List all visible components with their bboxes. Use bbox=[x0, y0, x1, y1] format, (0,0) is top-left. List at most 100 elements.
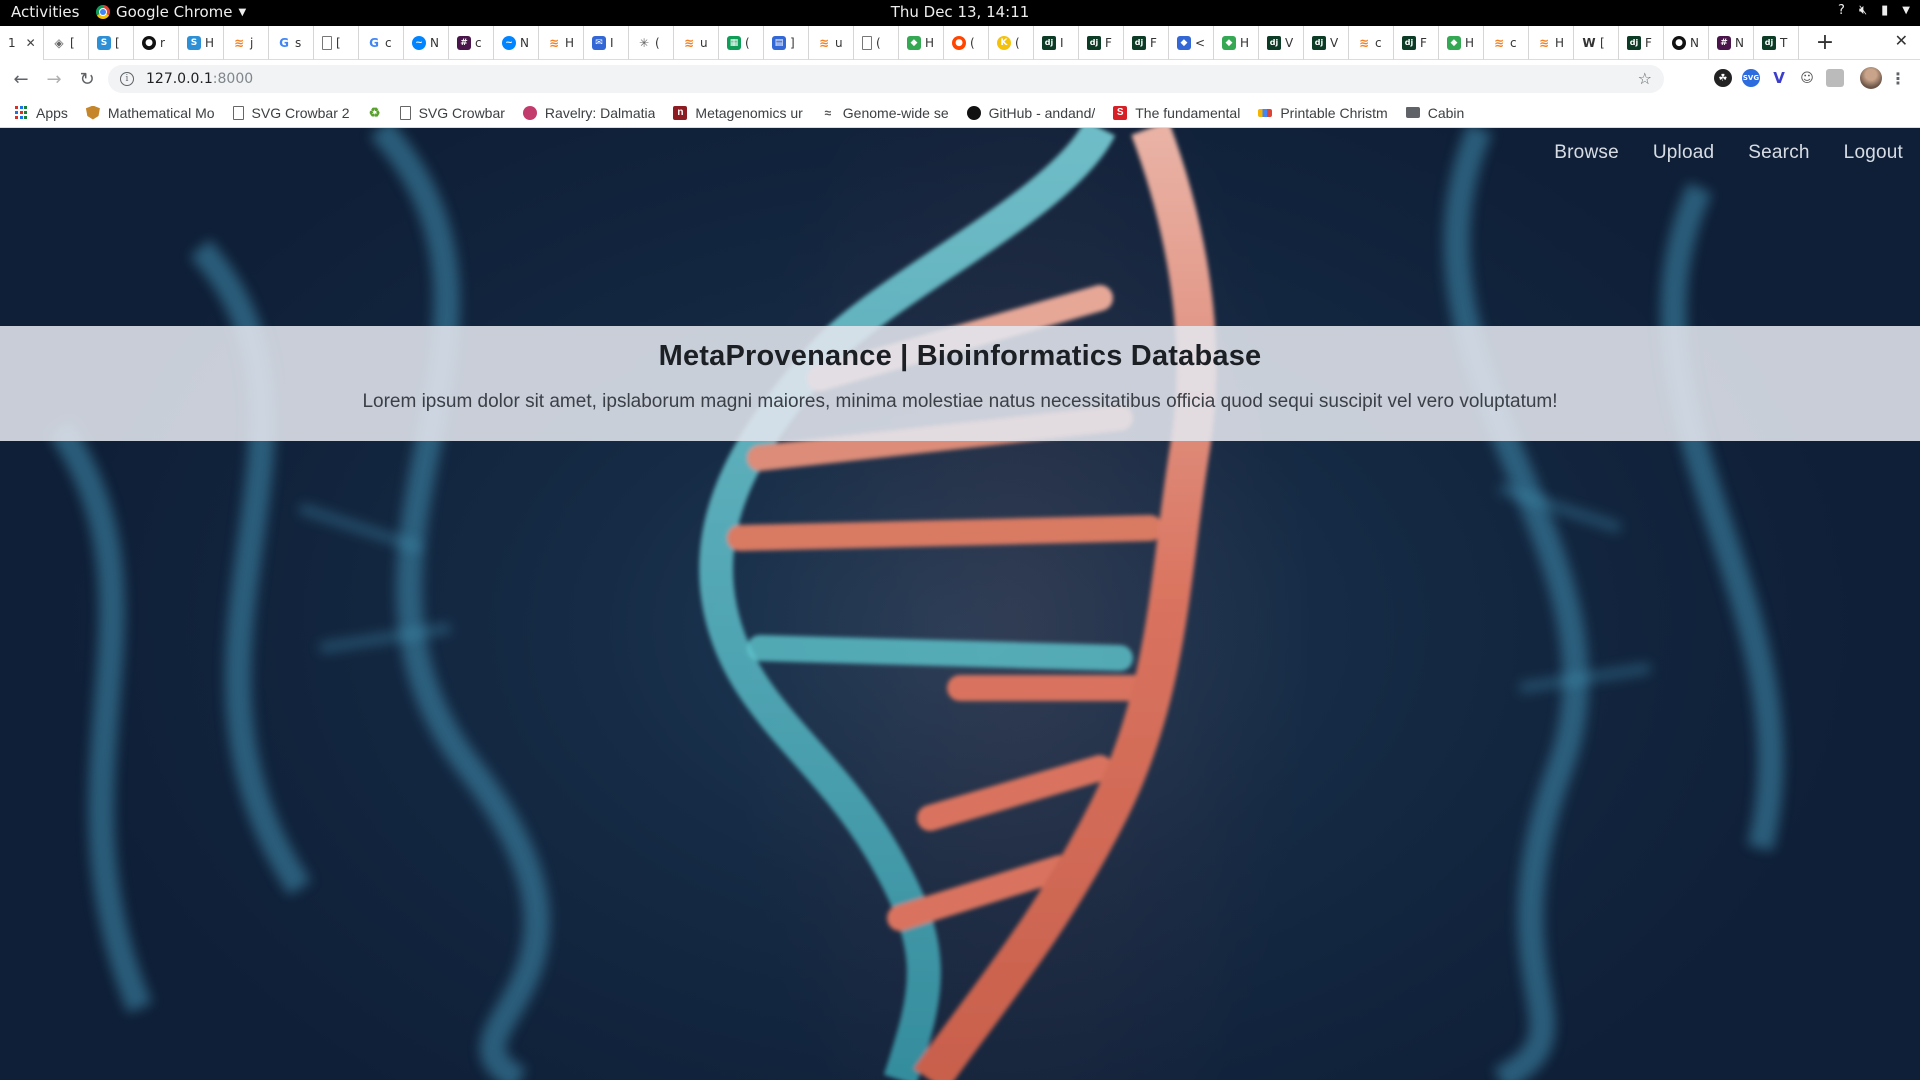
tab[interactable]: dj V bbox=[1304, 25, 1349, 60]
bookmark-item[interactable]: SVG Crowbar bbox=[399, 104, 505, 121]
volume-muted-icon[interactable]: 🔇︎ bbox=[1859, 3, 1867, 18]
tab[interactable]: ◆ < bbox=[1169, 25, 1214, 60]
green-app-icon: ◆ bbox=[907, 35, 921, 50]
tab[interactable]: ( bbox=[854, 25, 899, 60]
extension-1-icon[interactable]: ☘ bbox=[1714, 69, 1732, 87]
tab[interactable]: dj F bbox=[1619, 25, 1664, 60]
reload-button[interactable]: ↻ bbox=[75, 67, 99, 91]
tab[interactable]: dj F bbox=[1124, 25, 1169, 60]
tab[interactable]: dj T bbox=[1754, 25, 1799, 60]
tab[interactable]: ~ N bbox=[494, 25, 539, 60]
app-menu[interactable]: Google Chrome ▼ bbox=[96, 3, 246, 21]
tab[interactable]: Gs bbox=[269, 25, 314, 60]
tab[interactable]: ~ N bbox=[404, 25, 449, 60]
tab[interactable]: ● N bbox=[1664, 25, 1709, 60]
mail-icon: ✉ bbox=[592, 35, 606, 50]
app-menu-label: Google Chrome bbox=[116, 3, 233, 21]
tab[interactable]: dj V bbox=[1259, 25, 1304, 60]
tab-title: H bbox=[565, 35, 575, 50]
tab[interactable]: # N bbox=[1709, 25, 1754, 60]
tab[interactable]: ◆ H bbox=[899, 25, 944, 60]
forward-button[interactable]: → bbox=[42, 67, 66, 91]
django-icon: dj bbox=[1312, 35, 1326, 50]
bookmark-item[interactable]: Cabin bbox=[1405, 105, 1464, 121]
tab-title: r bbox=[160, 35, 165, 50]
v-extension-icon[interactable]: V bbox=[1770, 69, 1788, 87]
tab[interactable]: ▤] bbox=[764, 25, 809, 60]
close-tab-icon[interactable]: ✕ bbox=[26, 36, 36, 50]
bookmark-star-icon[interactable]: ☆ bbox=[1638, 69, 1652, 88]
profile-avatar[interactable] bbox=[1860, 67, 1882, 89]
battery-icon[interactable]: ▮ bbox=[1881, 3, 1888, 18]
nav-search-link[interactable]: Search bbox=[1748, 142, 1809, 164]
bookmark-item[interactable]: Apps bbox=[14, 105, 68, 121]
address-bar[interactable]: i 127.0.0.1:8000 ☆ bbox=[108, 65, 1664, 93]
activities-button[interactable]: Activities bbox=[11, 3, 79, 21]
tab-title: c bbox=[1375, 35, 1382, 50]
tab[interactable]: dj F bbox=[1079, 25, 1124, 60]
bookmark-item[interactable]: ♻ bbox=[368, 106, 382, 120]
stackoverflow-icon: ≋ bbox=[683, 35, 695, 50]
s-logo-icon: S bbox=[1113, 105, 1128, 120]
bookmark-item[interactable]: Printable Christm bbox=[1258, 105, 1388, 121]
bookmark-item[interactable]: Ravelry: Dalmatia bbox=[522, 104, 656, 121]
help-icon[interactable]: ? bbox=[1838, 3, 1845, 18]
tab[interactable]: ◆ H bbox=[1439, 25, 1484, 60]
tab[interactable]: ≋ j bbox=[224, 25, 269, 60]
caret-down-icon[interactable]: ▼ bbox=[1902, 5, 1910, 16]
tab[interactable]: ≋ c bbox=[1349, 25, 1394, 60]
bookmark-item[interactable]: Mathematical Mo bbox=[85, 105, 215, 121]
bookmark-label: Ravelry: Dalmatia bbox=[544, 104, 656, 121]
tab-title: u bbox=[835, 35, 843, 50]
bookmark-label: SVG Crowbar bbox=[418, 104, 505, 121]
chrome-menu-icon[interactable]: ⋮ bbox=[1890, 69, 1906, 88]
tab[interactable]: ● r bbox=[134, 25, 179, 60]
close-window-icon[interactable]: ✕ bbox=[1895, 31, 1908, 50]
tab[interactable]: ◈[ bbox=[44, 25, 89, 60]
clock[interactable]: Thu Dec 13, 14:11 bbox=[891, 3, 1030, 21]
tab[interactable]: ✳( bbox=[629, 25, 674, 60]
nav-browse-link[interactable]: Browse bbox=[1554, 142, 1619, 164]
tab[interactable]: ≋ H bbox=[539, 25, 584, 60]
tab-active[interactable]: 1 ✕ bbox=[0, 25, 44, 60]
tab[interactable]: dj F bbox=[1394, 25, 1439, 60]
site-info-icon[interactable]: i bbox=[120, 72, 134, 86]
tab[interactable]: S[ bbox=[89, 25, 134, 60]
ghostery-extension-icon[interactable]: ☺ bbox=[1798, 69, 1816, 87]
tab[interactable]: Gc bbox=[359, 25, 404, 60]
tab[interactable]: [ bbox=[314, 25, 359, 60]
bookmark-label: Metagenomics ur bbox=[695, 104, 803, 121]
new-tab-button[interactable]: + bbox=[1811, 30, 1839, 55]
system-tray[interactable]: ? 🔇︎ ▮ ▼ bbox=[1838, 3, 1910, 18]
bookmark-item[interactable]: SVG Crowbar 2 bbox=[232, 105, 350, 121]
back-button[interactable]: ← bbox=[9, 67, 33, 91]
tab-title: < bbox=[1195, 35, 1206, 50]
tab-title: F bbox=[1105, 35, 1112, 50]
tab[interactable]: K( bbox=[989, 25, 1034, 60]
bookmark-item[interactable]: ≈ Genome-wide se bbox=[821, 105, 949, 121]
tab[interactable]: # c bbox=[449, 25, 494, 60]
tab[interactable]: ≋ u bbox=[809, 25, 854, 60]
tab[interactable]: W[ bbox=[1574, 25, 1619, 60]
tab[interactable]: SH bbox=[179, 25, 224, 60]
extension-5-icon[interactable] bbox=[1826, 69, 1844, 87]
svg-extension-icon[interactable]: SVG bbox=[1742, 69, 1760, 87]
nav-logout-link[interactable]: Logout bbox=[1844, 142, 1903, 164]
tab[interactable]: ◆ H bbox=[1214, 25, 1259, 60]
tab[interactable]: dj I bbox=[1034, 25, 1079, 60]
bookmark-item[interactable]: n Metagenomics ur bbox=[673, 104, 803, 121]
tab[interactable]: ≋ H bbox=[1529, 25, 1574, 60]
bookmark-item[interactable]: GitHub - andand/ bbox=[966, 105, 1095, 121]
yarn-icon bbox=[522, 105, 537, 120]
tab-title: N bbox=[1690, 35, 1699, 50]
stackoverflow-icon: ≋ bbox=[1358, 35, 1370, 50]
tab[interactable]: ≋ c bbox=[1484, 25, 1529, 60]
tab[interactable]: ▦( bbox=[719, 25, 764, 60]
bookmark-item[interactable]: S The fundamental bbox=[1113, 105, 1240, 121]
github-icon bbox=[966, 105, 981, 120]
tab[interactable]: ✉ I bbox=[584, 25, 629, 60]
tab[interactable]: ≋ u bbox=[674, 25, 719, 60]
django-icon: dj bbox=[1087, 35, 1101, 50]
nav-upload-link[interactable]: Upload bbox=[1653, 142, 1714, 164]
tab[interactable]: ●( bbox=[944, 25, 989, 60]
